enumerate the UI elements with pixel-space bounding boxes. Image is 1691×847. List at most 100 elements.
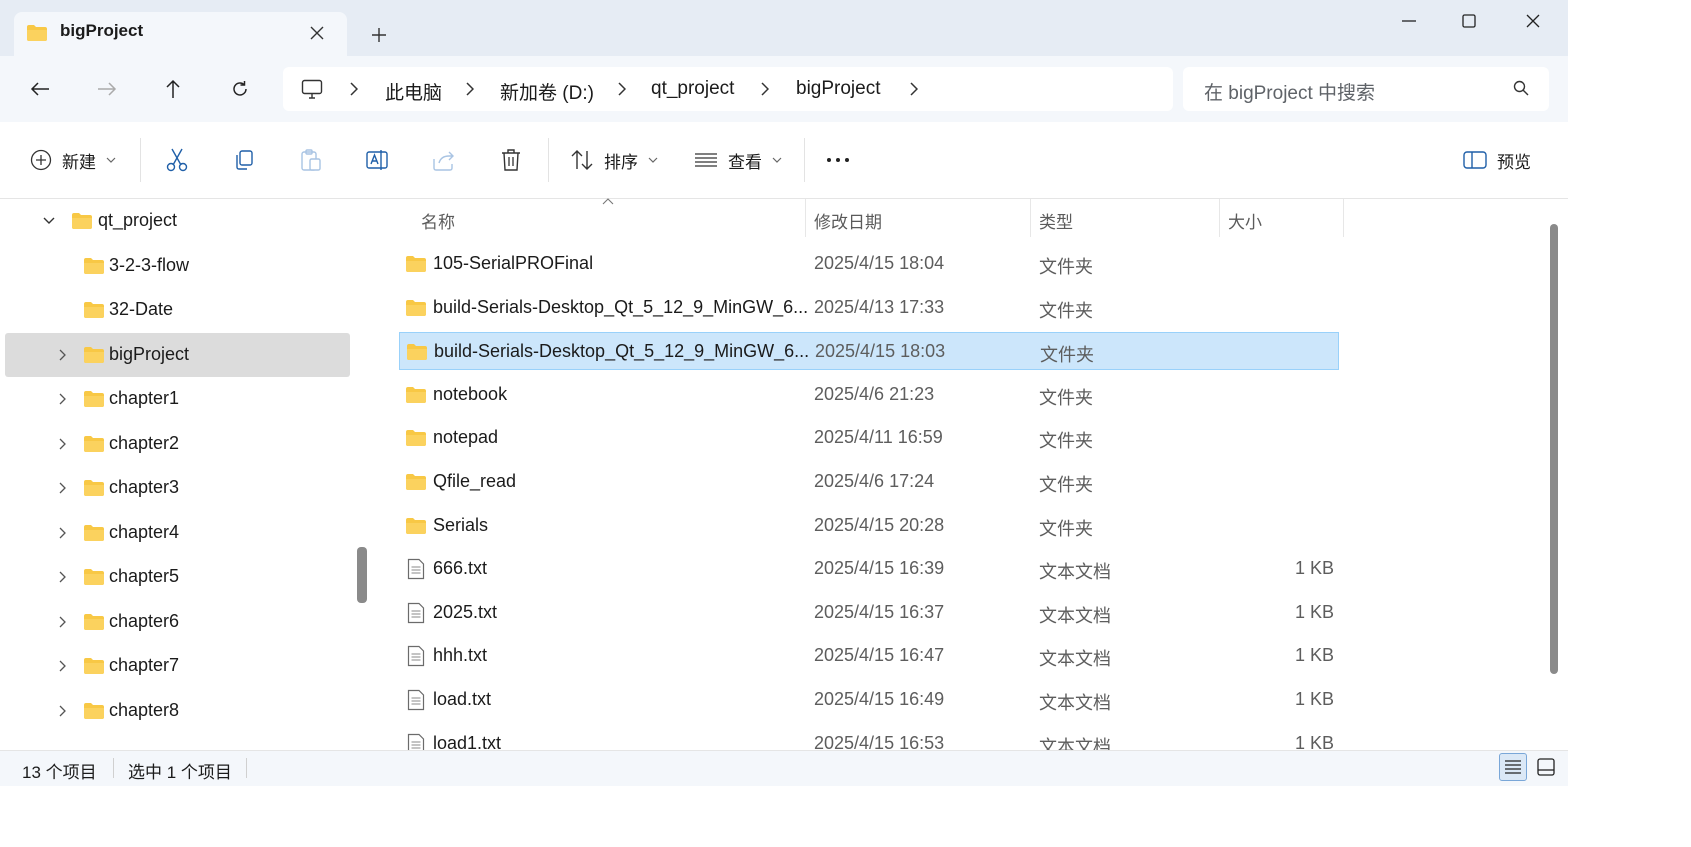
breadcrumb-drive-d[interactable]: 新加卷 (D:): [500, 78, 594, 105]
file-modified: 2025/4/15 18:03: [815, 341, 946, 362]
column-header-modified[interactable]: 修改日期: [814, 208, 882, 233]
cut-icon[interactable]: [163, 146, 191, 174]
breadcrumb-bigproject[interactable]: bigProject: [796, 78, 881, 100]
computer-icon: [299, 76, 325, 102]
share-icon[interactable]: [430, 146, 458, 174]
search-input[interactable]: 在 bigProject 中搜索: [1204, 78, 1375, 105]
chevron-right-icon[interactable]: [53, 701, 73, 721]
file-row[interactable]: notebook 2025/4/6 21:23 文件夹: [399, 376, 1339, 414]
preview-button[interactable]: 预览: [1463, 146, 1531, 174]
file-size: 1 KB: [1294, 601, 1334, 622]
nav-tree-label: bigProject: [109, 343, 190, 364]
nav-tree-label: chapter4: [109, 521, 180, 542]
chevron-right-icon[interactable]: [53, 567, 73, 587]
file-name: 105-SerialPROFinal: [433, 253, 594, 273]
nav-tree-item[interactable]: chapter6: [5, 600, 350, 644]
column-divider[interactable]: [1343, 199, 1344, 237]
maximize-icon[interactable]: [1444, 6, 1494, 36]
add-tab-icon[interactable]: [364, 20, 394, 50]
file-modified: 2025/4/15 20:28: [814, 514, 945, 535]
nav-tree-item[interactable]: chapter2: [5, 422, 350, 466]
file-type: 文件夹: [1039, 518, 1093, 539]
divider: [140, 138, 141, 182]
column-divider[interactable]: [1219, 199, 1220, 237]
sort-button[interactable]: 排序: [570, 146, 658, 174]
nav-tree-item[interactable]: chapter3: [5, 466, 350, 510]
paste-icon[interactable]: [297, 146, 325, 174]
up-arrow-icon[interactable]: [155, 71, 191, 107]
file-row[interactable]: 105-SerialPROFinal 2025/4/15 18:04 文件夹: [399, 245, 1339, 283]
refresh-icon[interactable]: [222, 71, 258, 107]
file-modified: 2025/4/13 17:33: [814, 296, 945, 317]
chevron-right-icon[interactable]: [53, 389, 73, 409]
view-button[interactable]: 查看: [694, 146, 782, 174]
nav-tree-item[interactable]: chapter7: [5, 644, 350, 688]
column-header-name[interactable]: 名称: [421, 208, 455, 233]
window-close-icon[interactable]: [1508, 6, 1558, 36]
close-tab-icon[interactable]: [304, 20, 330, 46]
breadcrumb-this-pc[interactable]: 此电脑: [385, 78, 442, 105]
nav-tree-item[interactable]: chapter1: [5, 377, 350, 421]
folder-icon: [83, 657, 105, 675]
chevron-right-icon[interactable]: [53, 612, 73, 632]
nav-tree-item[interactable]: bigProject: [5, 332, 350, 377]
file-modified: 2025/4/15 16:47: [814, 645, 945, 666]
folder-icon: [83, 613, 105, 631]
forward-arrow-icon[interactable]: [89, 71, 125, 107]
nav-tree-label: 3-2-3-flow: [109, 254, 190, 275]
chevron-right-icon: [758, 80, 772, 98]
nav-tree-item[interactable]: chapter4: [5, 511, 350, 555]
file-row[interactable]: 2025.txt 2025/4/15 16:37 文本文档 1 KB: [399, 594, 1339, 632]
chevron-right-icon[interactable]: [53, 478, 73, 498]
view-label: 查看: [728, 152, 762, 172]
copy-icon[interactable]: [230, 146, 258, 174]
file-type: 文件夹: [1039, 387, 1093, 408]
new-button[interactable]: 新建: [30, 146, 116, 174]
file-modified: 2025/4/15 16:39: [814, 558, 945, 579]
rename-icon[interactable]: [363, 146, 391, 174]
details-view-icon[interactable]: [1499, 753, 1527, 781]
back-arrow-icon[interactable]: [22, 71, 58, 107]
sort-arrows-icon: [570, 149, 594, 171]
more-options-icon[interactable]: [824, 146, 852, 174]
nav-tree-label: chapter7: [109, 655, 180, 675]
folder-icon: [83, 524, 105, 542]
file-list-scrollbar[interactable]: [1550, 224, 1558, 674]
file-modified: 2025/4/6 21:23: [814, 383, 935, 404]
file-row[interactable]: build-Serials-Desktop_Qt_5_12_9_MinGW_6.…: [399, 332, 1339, 371]
chevron-right-icon[interactable]: [53, 434, 73, 454]
file-type: 文本文档: [1039, 649, 1111, 670]
nav-tree-item[interactable]: 3-2-3-flow: [5, 244, 350, 288]
file-row[interactable]: 666.txt 2025/4/15 16:39 文本文档 1 KB: [399, 550, 1339, 588]
breadcrumb-qt-project[interactable]: qt_project: [651, 78, 734, 100]
chevron-right-icon[interactable]: [53, 656, 73, 676]
delete-icon[interactable]: [497, 146, 525, 174]
tiles-view-icon[interactable]: [1532, 753, 1560, 781]
file-name: build-Serials-Desktop_Qt_5_12_9_MinGW_6.…: [434, 341, 810, 362]
file-row[interactable]: build-Serials-Desktop_Qt_5_12_9_MinGW_6.…: [399, 289, 1339, 327]
column-header-type[interactable]: 类型: [1039, 208, 1073, 233]
nav-tree-item[interactable]: chapter8: [5, 689, 350, 733]
column-divider[interactable]: [805, 199, 806, 237]
file-row[interactable]: load.txt 2025/4/15 16:49 文本文档 1 KB: [399, 681, 1339, 719]
search-icon[interactable]: [1513, 80, 1529, 96]
file-row[interactable]: Serials 2025/4/15 20:28 文件夹: [399, 507, 1339, 545]
file-row[interactable]: notepad 2025/4/11 16:59 文件夹: [399, 419, 1339, 457]
column-divider[interactable]: [1030, 199, 1031, 237]
nav-scrollbar[interactable]: [357, 547, 367, 603]
column-header-size[interactable]: 大小: [1228, 208, 1262, 233]
nav-tree-label: 32-Date: [109, 299, 174, 319]
chevron-down-icon[interactable]: [39, 211, 59, 231]
nav-tree-item[interactable]: qt_project: [5, 199, 350, 243]
nav-tree-item[interactable]: chapter5: [5, 555, 350, 599]
file-row[interactable]: Qfile_read 2025/4/6 17:24 文件夹: [399, 463, 1339, 501]
file-name: hhh.txt: [433, 645, 488, 666]
folder-icon: [406, 343, 428, 361]
nav-tree-item[interactable]: 32-Date: [5, 288, 350, 332]
chevron-right-icon[interactable]: [53, 523, 73, 543]
chevron-right-icon[interactable]: [907, 80, 921, 98]
file-row[interactable]: hhh.txt 2025/4/15 16:47 文本文档 1 KB: [399, 637, 1339, 675]
minimize-icon[interactable]: [1384, 6, 1434, 36]
chevron-right-icon[interactable]: [53, 345, 73, 365]
file-modified: 2025/4/15 18:04: [814, 253, 945, 273]
